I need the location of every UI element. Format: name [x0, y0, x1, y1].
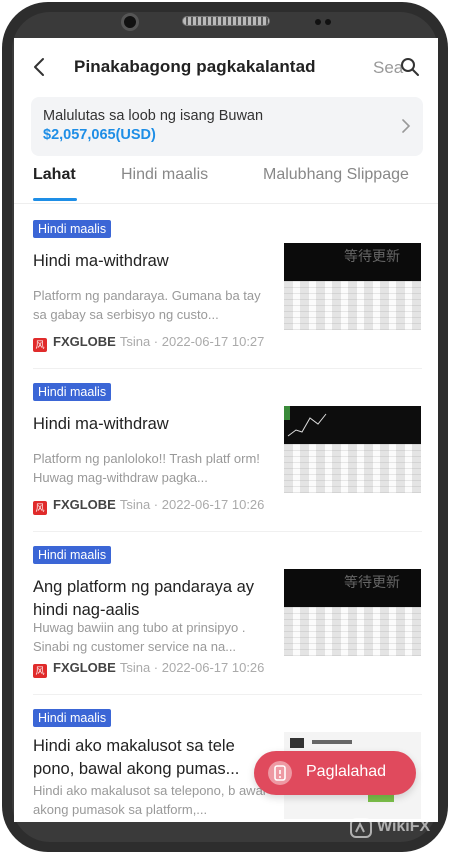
- status-badge: Hindi maalis: [33, 220, 112, 238]
- filter-tabs: Lahat Hindi maalis Malubhang Slippage: [14, 160, 438, 204]
- item-thumbnail[interactable]: 等待更新: [284, 569, 421, 656]
- item-thumbnail[interactable]: 等待更新: [284, 243, 421, 330]
- watermark-text: WikiFX: [377, 818, 431, 835]
- broker-logo-icon: 风: [33, 338, 47, 352]
- item-meta-info: Tsina · 2022-06-17 10:26: [119, 497, 265, 512]
- tab-severe-slippage[interactable]: Malubhang Slippage: [263, 166, 409, 184]
- item-description: Platform ng panloloko!! Trash platf orm!…: [33, 451, 260, 485]
- wikifx-logo-icon: [350, 818, 372, 838]
- thumbnail-caption: 等待更新: [344, 574, 400, 590]
- status-badge: Hindi maalis: [33, 383, 112, 401]
- status-badge: Hindi maalis: [33, 709, 112, 727]
- item-meta: 风 FXGLOBE Tsina · 2022-06-17 10:27: [33, 334, 264, 352]
- thumbnail-caption: 等待更新: [344, 248, 400, 264]
- broker-logo-icon: 风: [33, 501, 47, 515]
- tab-all[interactable]: Lahat: [33, 166, 76, 184]
- item-title: Ang platform ng pandaraya ay hindi nag-a…: [33, 578, 255, 619]
- item-title: Hindi ma-withdraw: [33, 252, 169, 270]
- list-item[interactable]: Hindi maalis Hindi ma-withdraw Platform …: [14, 369, 438, 532]
- tab-cannot-withdraw[interactable]: Hindi maalis: [121, 166, 208, 184]
- broker-name: FXGLOBE: [53, 334, 116, 349]
- expose-icon: [268, 761, 292, 785]
- broker-logo-icon: 风: [33, 664, 47, 678]
- front-camera-icon: [121, 13, 139, 31]
- chart-thumbnail-icon: [284, 406, 327, 437]
- sensor-dot-icon: [315, 19, 321, 25]
- app-screen: Pinakabagong pagkakalantad Sea Malulutas…: [14, 38, 438, 822]
- search-label[interactable]: Sea: [373, 58, 403, 78]
- broker-name: FXGLOBE: [53, 497, 116, 512]
- sensor-dot-icon: [325, 19, 331, 25]
- page-title: Pinakabagong pagkakalantad: [74, 57, 316, 76]
- summary-label: Malulutas sa loob ng isang Buwan: [43, 108, 264, 124]
- item-description: Platform ng pandaraya. Gumana ba tay sa …: [33, 288, 261, 322]
- summary-value: $2,057,065(USD): [43, 127, 156, 143]
- item-meta-info: Tsina · 2022-06-17 10:26: [119, 660, 265, 675]
- item-meta-info: Tsina · 2022-06-17 10:27: [119, 334, 265, 349]
- search-icon[interactable]: [400, 57, 420, 77]
- top-bar: Pinakabagong pagkakalantad Sea: [14, 38, 438, 96]
- item-description: Huwag bawiin ang tubo at prinsipyo . Sin…: [33, 620, 246, 654]
- broker-name: FXGLOBE: [53, 660, 116, 675]
- back-arrow-icon[interactable]: [30, 56, 50, 78]
- chevron-right-icon: [402, 119, 411, 133]
- expose-button[interactable]: Paglalahad: [254, 751, 416, 795]
- speaker-grille: [182, 16, 270, 26]
- phone-frame: Pinakabagong pagkakalantad Sea Malulutas…: [0, 0, 450, 854]
- item-title: Hindi ma-withdraw: [33, 415, 169, 433]
- item-title: Hindi ako makalusot sa tele pono, bawal …: [33, 737, 240, 778]
- resolved-summary-card[interactable]: Malulutas sa loob ng isang Buwan $2,057,…: [31, 97, 423, 156]
- expose-button-label: Paglalahad: [306, 763, 387, 780]
- item-description: Hindi ako makalusot sa telepono, b awal …: [33, 783, 266, 817]
- status-badge: Hindi maalis: [33, 546, 112, 564]
- list-item[interactable]: Hindi maalis Hindi ma-withdraw Platform …: [14, 206, 438, 369]
- item-thumbnail[interactable]: [284, 406, 421, 493]
- list-item[interactable]: Hindi maalis Ang platform ng pandaraya a…: [14, 532, 438, 695]
- item-meta: 风 FXGLOBE Tsina · 2022-06-17 10:26: [33, 497, 264, 515]
- active-tab-indicator: [33, 198, 77, 201]
- item-meta: 风 FXGLOBE Tsina · 2022-06-17 10:26: [33, 660, 264, 678]
